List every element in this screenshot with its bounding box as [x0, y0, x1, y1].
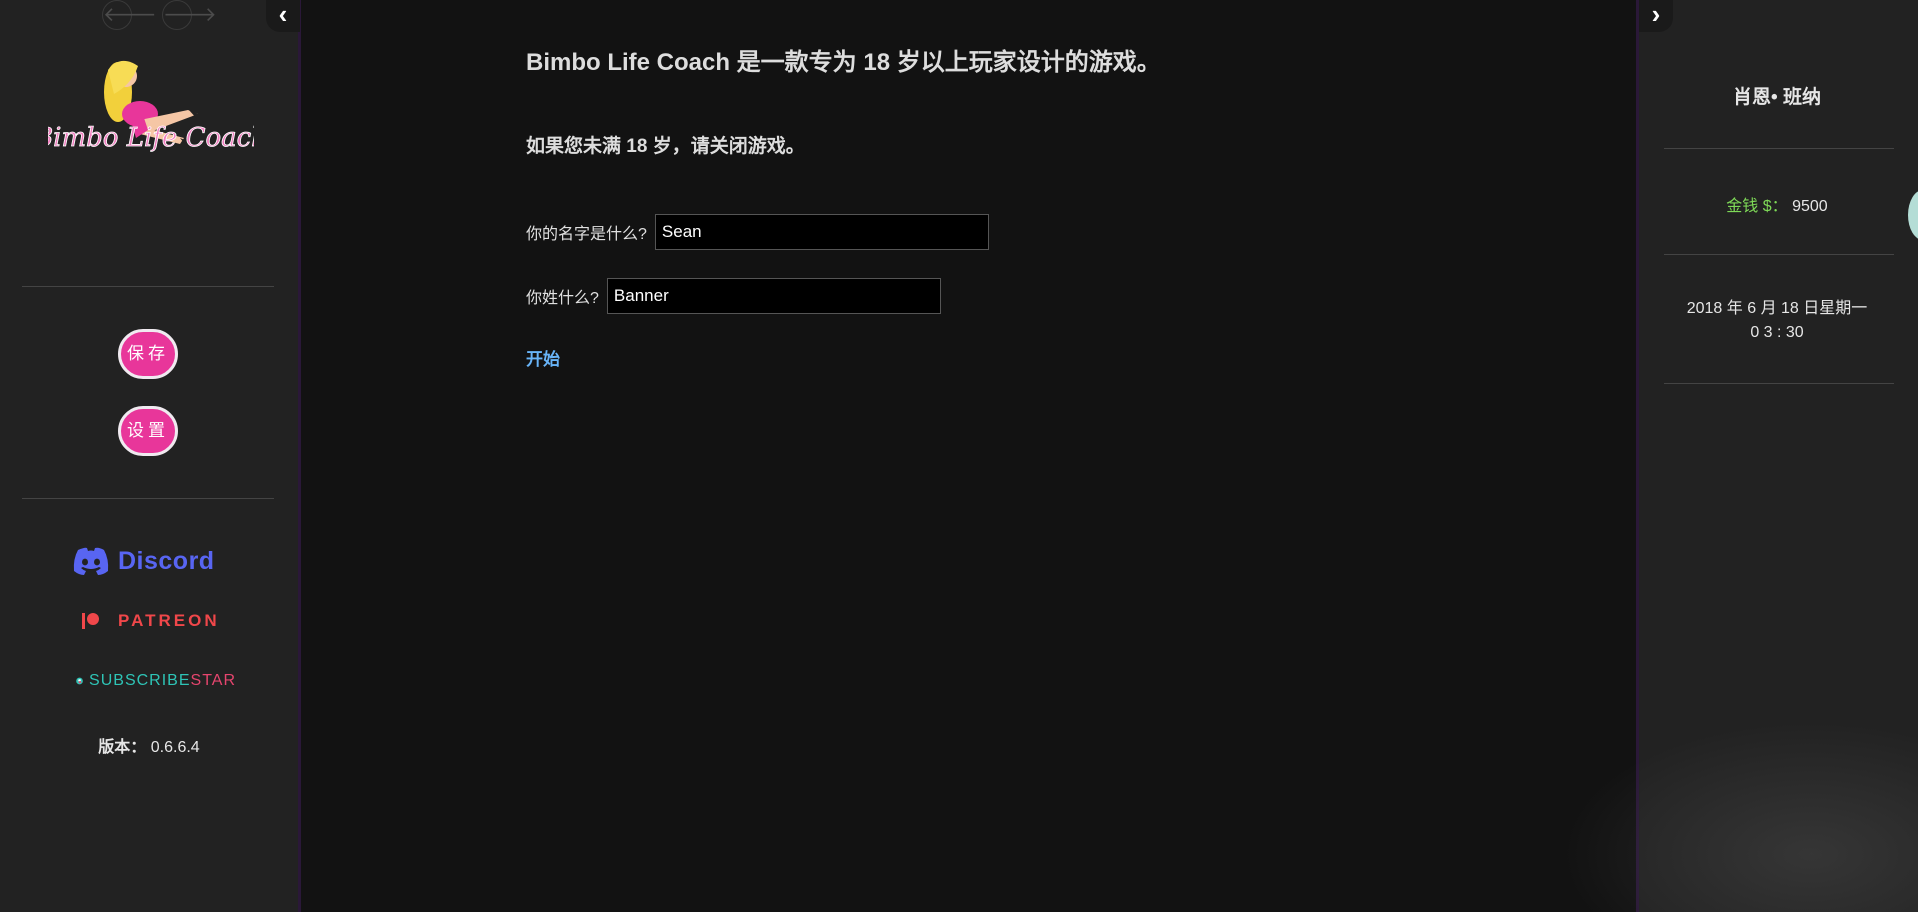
last-name-label: 你姓什么? — [526, 290, 599, 307]
discord-icon — [73, 547, 109, 575]
start-link[interactable]: 开始 — [526, 345, 560, 370]
left-sidebar: 🡐 🡒 ‹ Bimbo Life Coach 保存 设置 Discord — [0, 0, 301, 912]
first-name-row: 你的名字是什么? — [526, 214, 989, 250]
history-back-button[interactable]: 🡐 — [102, 0, 157, 30]
date-text: 2018 年 6 月 18 日星期一 — [1686, 300, 1868, 317]
logo-text: Bimbo Life Coach — [48, 123, 254, 153]
age-warning: 如果您未满 18 岁，请关闭游戏。 — [526, 136, 805, 157]
sidebar-divider — [1664, 383, 1894, 384]
date-time-display: 2018 年 6 月 18 日星期一 0 3 : 30 — [1639, 297, 1915, 345]
subscribestar-label-part2: STAR — [190, 672, 236, 689]
time-text: 0 3 : 30 — [1750, 324, 1804, 341]
chevron-left-icon: ‹ — [278, 0, 288, 29]
last-name-input[interactable] — [606, 278, 941, 314]
version-label: 版本： — [98, 739, 147, 756]
first-name-input[interactable] — [654, 214, 989, 250]
sidebar-divider — [1664, 148, 1894, 149]
age-notice-title: Bimbo Life Coach 是一款专为 18 岁以上玩家设计的游戏。 — [526, 49, 1161, 76]
sidebar-divider — [1664, 254, 1894, 255]
right-sidebar-toggle-button[interactable]: › — [1639, 0, 1673, 32]
first-name-label: 你的名字是什么? — [526, 226, 647, 243]
discord-link[interactable]: Discord — [72, 544, 232, 578]
version-value: 0.6.6.4 — [150, 739, 200, 756]
arrow-left-icon: 🡐 — [103, 4, 157, 26]
sidebar-divider — [22, 498, 274, 499]
chevron-right-icon: › — [1651, 0, 1661, 29]
subscribestar-label-part1: SUBSCRIBE — [89, 672, 191, 689]
background-glow — [1560, 720, 1918, 912]
save-button[interactable]: 保存 — [118, 329, 178, 379]
arrow-right-icon: 🡒 — [163, 4, 217, 26]
money-display: 金钱 $： 9500 — [1639, 192, 1915, 216]
subscribestar-icon — [76, 677, 83, 685]
sidebar-divider — [22, 286, 274, 287]
discord-link-label: Discord — [118, 546, 215, 575]
money-label: 金钱 $： — [1726, 198, 1788, 215]
patreon-link[interactable]: PATREON — [82, 610, 232, 632]
last-name-row: 你姓什么? — [526, 278, 941, 314]
money-value: 9500 — [1792, 198, 1828, 215]
left-sidebar-toggle-button[interactable]: ‹ — [266, 0, 300, 32]
subscribestar-link[interactable]: SUBSCRIBE STAR — [76, 663, 236, 699]
main-passage: Bimbo Life Coach 是一款专为 18 岁以上玩家设计的游戏。 如果… — [301, 0, 1636, 912]
version-info: 版本： 0.6.6.4 — [0, 733, 298, 757]
history-forward-button[interactable]: 🡒 — [162, 0, 217, 30]
patreon-icon — [82, 613, 99, 629]
game-logo: Bimbo Life Coach — [48, 60, 254, 153]
settings-button[interactable]: 设置 — [118, 406, 178, 456]
player-name: 肖恩• 班纳 — [1733, 87, 1821, 108]
patreon-link-label: PATREON — [118, 611, 220, 630]
